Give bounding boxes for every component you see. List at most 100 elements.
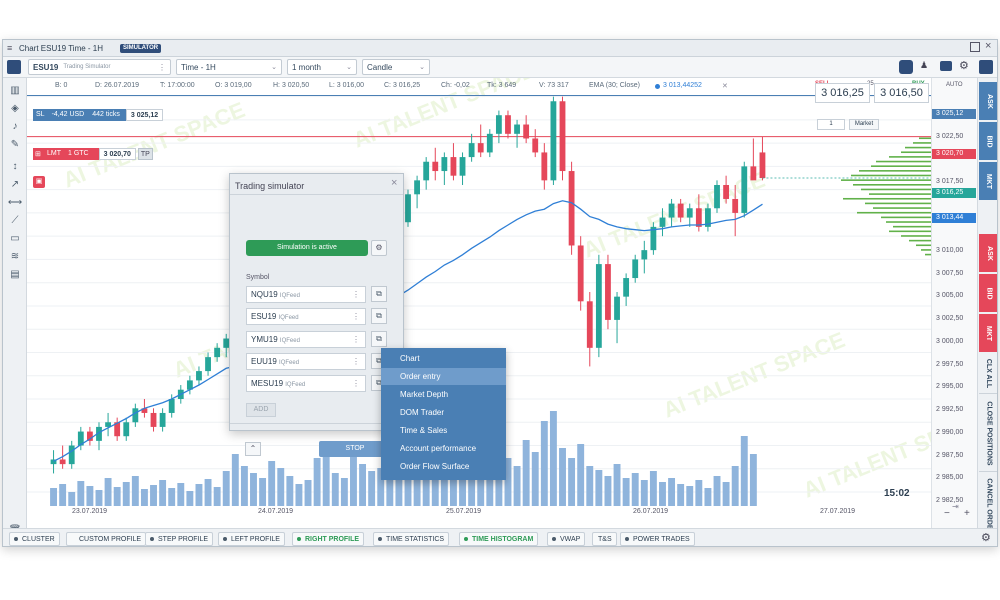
quantity-input[interactable]: 1 (817, 119, 845, 130)
ask-tab[interactable]: ASK (979, 82, 997, 120)
zoom-in-icon[interactable]: + (964, 508, 970, 519)
menu-item-order-entry[interactable]: Order entry (381, 368, 506, 385)
sl-order[interactable]: SL -4,42 USD 442 ticks 3 025,12 (33, 109, 193, 121)
symbol-row[interactable]: ESU19 IQFeed ⋮ (246, 308, 366, 325)
fibonacci-icon[interactable]: ≋ (7, 248, 23, 264)
kebab-icon[interactable]: ⋮ (352, 376, 360, 391)
menu-item-dom-trader[interactable]: DOM Trader (381, 404, 506, 421)
tab-cluster[interactable]: CLUSTER (9, 532, 60, 546)
close-icon[interactable]: ✕ (722, 82, 728, 90)
tab-step-profile[interactable]: STEP PROFILE (145, 532, 214, 546)
horizontal-line-icon[interactable]: ⟷ (7, 194, 23, 210)
tab-left-profile[interactable]: LEFT PROFILE (218, 532, 285, 546)
candle-body (68, 445, 75, 465)
trader-icon[interactable]: ♟ (920, 60, 928, 71)
open-chart-icon[interactable]: ⧉ (371, 308, 387, 324)
ruler-icon[interactable]: ▤ (7, 266, 23, 282)
hamburger-icon[interactable]: ≡ (7, 43, 12, 53)
bid-tab[interactable]: BID (979, 122, 997, 160)
tab-time-statistics[interactable]: TIME STATISTICS (373, 532, 450, 546)
rectangle-icon[interactable]: ▭ (7, 230, 23, 246)
candle-body (695, 208, 702, 227)
bell-icon[interactable]: ♪ (7, 118, 23, 134)
menu-item-account-performance[interactable]: Account performance (381, 440, 506, 457)
market-sell-tab[interactable]: MKT (979, 314, 997, 352)
ask-sell-tab[interactable]: ASK (979, 234, 997, 272)
gear-icon[interactable]: ⚙ (371, 240, 387, 256)
indicators-icon[interactable]: ▥ (7, 82, 23, 98)
volume-bar (222, 471, 230, 506)
kebab-icon[interactable]: ⋮ (352, 354, 360, 369)
sell-price-button[interactable]: 3 016,25 (815, 83, 870, 103)
period-select[interactable]: 1 month ⌄ (287, 59, 357, 75)
symbol-name: ESU19 (251, 312, 277, 321)
close-icon[interactable]: × (985, 40, 991, 52)
kebab-icon[interactable]: ⋮ (352, 287, 360, 302)
volume-bar (668, 478, 676, 506)
volume-bar (749, 454, 757, 506)
tab-time-histogram[interactable]: TIME HISTOGRAM (459, 532, 539, 546)
menu-item-order-flow-surface[interactable]: Order Flow Surface (381, 458, 506, 475)
close-icon[interactable]: × (391, 177, 397, 189)
trend-line-icon[interactable]: ⟋ (7, 212, 23, 228)
volume-bar (131, 476, 139, 506)
simulation-status-button[interactable]: Simulation is active (246, 240, 368, 256)
gear-icon[interactable]: ⚙ (959, 59, 969, 72)
close-positions-tab[interactable]: CLOSE POSITIONS (979, 396, 997, 472)
tab-custom-profile[interactable]: CUSTOM PROFILE (66, 532, 147, 546)
vertical-line-icon[interactable]: ↕ (7, 158, 23, 174)
panel-toggle-icon[interactable] (7, 60, 21, 74)
profile-bar (901, 151, 931, 154)
briefcase-icon[interactable]: ▣ (33, 176, 45, 188)
buy-price-button[interactable]: 3 016,50 (874, 83, 929, 103)
symbol-select[interactable]: ESU19 Trading Simulator ⋮ (28, 59, 171, 75)
order-type-select[interactable]: Market (849, 119, 879, 130)
candle-body (150, 412, 157, 427)
volume-bar (540, 421, 548, 506)
kebab-icon[interactable]: ⋮ (352, 309, 360, 324)
layers-icon[interactable]: ◈ (7, 100, 23, 116)
price-axis[interactable]: AUTO 3 025,12 3 022,50 3 020,70 3 017,50… (931, 78, 977, 528)
market-tab[interactable]: MKT (979, 162, 997, 200)
tab-time-and-sales[interactable]: T&S (592, 532, 617, 546)
pencil-icon[interactable]: ✎ (7, 136, 23, 152)
calendar-icon[interactable] (940, 61, 952, 71)
tab-vwap[interactable]: VWAP (547, 532, 586, 546)
limit-order[interactable]: LMT 1 GTC 3 020,70 TP (33, 148, 193, 160)
chart-type-value: Candle (367, 62, 393, 72)
profile-bar (889, 230, 931, 233)
kebab-icon[interactable]: ⋮ (158, 63, 166, 72)
kebab-icon[interactable]: ⋮ (352, 332, 360, 347)
right-panel-toggle-icon[interactable] (979, 60, 993, 74)
symbol-row[interactable]: EUU19 IQFeed ⋮ (246, 353, 366, 370)
symbol-row[interactable]: YMU19 IQFeed ⋮ (246, 331, 366, 348)
collapse-icon[interactable]: ⌃ (245, 442, 261, 456)
open-chart-icon[interactable]: ⧉ (371, 286, 387, 302)
timeframe-select[interactable]: Time - 1H ⌄ (176, 59, 282, 75)
maximize-icon[interactable] (970, 42, 980, 52)
open-chart-icon[interactable]: ⧉ (371, 331, 387, 347)
magnet-icon[interactable] (899, 60, 913, 74)
symbol-source: Trading Simulator (63, 64, 111, 70)
bid-sell-tab[interactable]: BID (979, 274, 997, 312)
cancel-all-tab[interactable]: CLX ALL (979, 354, 997, 394)
ema-value: 3 013,44252 (663, 82, 702, 89)
candle-body (405, 194, 411, 223)
menu-item-chart[interactable]: Chart (381, 350, 506, 367)
tab-power-trades[interactable]: POWER TRADES (620, 532, 695, 546)
symbol-row[interactable]: NQU19 IQFeed ⋮ (246, 286, 366, 303)
auto-scale-button[interactable]: AUTO (946, 82, 963, 88)
tab-label: CLUSTER (22, 535, 55, 543)
chart-type-select[interactable]: Candle ⌄ (362, 59, 430, 75)
zoom-out-icon[interactable]: − (944, 508, 950, 519)
scroll-right-icon[interactable]: ⇥ (952, 502, 959, 511)
add-symbol-button[interactable]: ADD (246, 403, 276, 417)
symbol-row[interactable]: MESU19 IQFeed ⋮ (246, 375, 366, 392)
menu-item-time-and-sales[interactable]: Time & Sales (381, 422, 506, 439)
price-tick: 2 995,00 (936, 383, 964, 390)
gear-icon[interactable]: ⚙ (981, 531, 991, 544)
tab-right-profile[interactable]: RIGHT PROFILE (292, 532, 365, 546)
tp-button[interactable]: TP (137, 148, 153, 160)
arrow-icon[interactable]: ↗ (7, 176, 23, 192)
menu-item-market-depth[interactable]: Market Depth (381, 386, 506, 403)
